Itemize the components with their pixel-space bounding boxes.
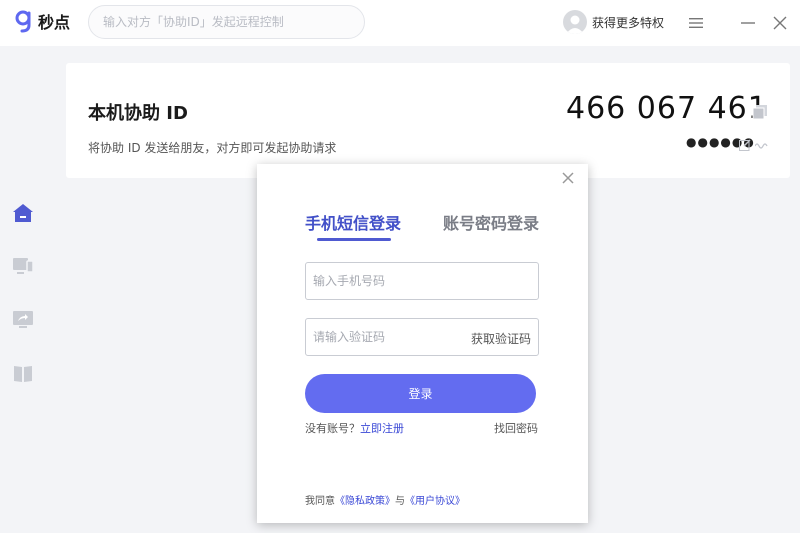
menu-button[interactable] — [684, 11, 708, 35]
sidebar — [0, 46, 50, 533]
avatar[interactable] — [563, 10, 587, 34]
code-field[interactable]: 获取验证码 — [305, 318, 539, 356]
sidebar-item-device[interactable] — [11, 254, 35, 278]
no-account-text: 没有账号？ — [305, 422, 360, 435]
login-dialog: 手机短信登录 账号密码登录 获取验证码 登录 没有账号？立即注册 找回密码 我同… — [257, 164, 588, 523]
close-icon — [773, 16, 787, 30]
close-icon[interactable] — [560, 170, 576, 186]
login-button[interactable]: 登录 — [305, 374, 536, 413]
close-window-button[interactable] — [768, 11, 792, 35]
get-code-button[interactable]: 获取验证码 — [471, 330, 531, 347]
sidebar-item-guide[interactable] — [11, 362, 35, 386]
screen-share-icon — [13, 311, 33, 328]
minimize-icon — [741, 22, 755, 24]
logo-icon — [15, 10, 31, 33]
app-name: 秒点 — [38, 13, 71, 32]
edit-icon[interactable] — [739, 139, 751, 151]
agreement-text: 我同意《隐私政策》与《用户协议》 — [305, 492, 465, 507]
book-icon — [14, 366, 32, 382]
title-bar: 秒点 输入对方「协助ID」发起远程控制 获得更多特权 — [0, 0, 800, 46]
search-input[interactable]: 输入对方「协助ID」发起远程控制 — [88, 5, 365, 39]
phone-input[interactable] — [306, 263, 531, 299]
menu-icon — [689, 18, 703, 28]
tab-sms-login[interactable]: 手机短信登录 — [305, 210, 401, 234]
privacy-policy-link[interactable]: 《隐私政策》 — [335, 496, 395, 507]
user-agreement-link[interactable]: 《用户协议》 — [405, 496, 465, 507]
copy-icon[interactable] — [752, 104, 768, 120]
app-logo: 秒点 — [14, 9, 70, 33]
sidebar-item-home[interactable] — [11, 201, 35, 225]
device-id-card: 本机协助 ID 将协助 ID 发送给朋友，对方即可发起协助请求 466 067 … — [66, 63, 790, 178]
upgrade-link[interactable]: 获得更多特权 — [592, 14, 664, 31]
refresh-icon[interactable] — [755, 140, 769, 150]
active-tab-indicator — [317, 238, 391, 241]
device-icon — [13, 258, 34, 274]
forgot-password-link[interactable]: 找回密码 — [494, 420, 538, 436]
register-prompt: 没有账号？立即注册 — [305, 420, 404, 436]
minimize-button[interactable] — [736, 11, 760, 35]
home-icon — [13, 204, 33, 222]
code-input[interactable] — [306, 319, 456, 355]
avatar-icon — [566, 15, 584, 34]
assist-id: 466 067 461 — [566, 91, 768, 126]
card-description: 将协助 ID 发送给朋友，对方即可发起协助请求 — [88, 141, 337, 155]
register-link[interactable]: 立即注册 — [360, 422, 404, 435]
tab-password-login[interactable]: 账号密码登录 — [443, 210, 539, 234]
user-account[interactable]: 获得更多特权 — [563, 10, 664, 34]
phone-field[interactable] — [305, 262, 539, 300]
agree-and: 与 — [395, 496, 405, 507]
agree-prefix: 我同意 — [305, 496, 335, 507]
sidebar-item-screen-share[interactable] — [11, 308, 35, 332]
card-title: 本机协助 ID — [88, 103, 188, 124]
